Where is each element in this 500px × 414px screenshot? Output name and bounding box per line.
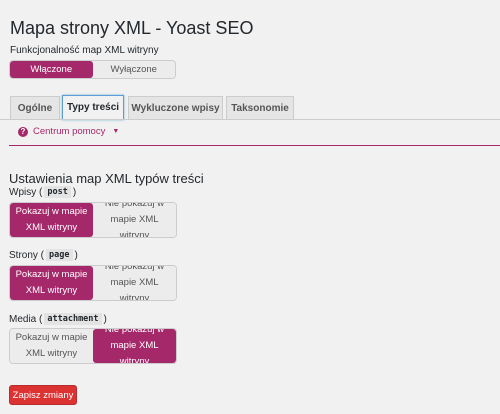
show-in-sitemap-option[interactable]: Pokazuj w mapie XML witryny bbox=[10, 329, 93, 363]
tab-taxonomies[interactable]: Taksonomie bbox=[226, 96, 294, 119]
attachment-visibility-switch: Pokazuj w mapie XML witryny Nie pokazuj … bbox=[9, 328, 177, 364]
show-in-sitemap-option[interactable]: Pokazuj w mapie XML witryny bbox=[10, 266, 93, 300]
hide-from-sitemap-option[interactable]: Nie pokazuj w mapie XML witryny bbox=[93, 203, 176, 237]
tab-excluded-posts[interactable]: Wykluczone wpisy bbox=[128, 96, 223, 119]
tab-content-types[interactable]: Typy treści bbox=[62, 95, 124, 120]
post-type-name: Media bbox=[9, 313, 37, 325]
post-type-label-attachment: Media (attachment) bbox=[9, 313, 107, 325]
sitemap-on-option[interactable]: Włączone bbox=[10, 61, 93, 78]
save-changes-button[interactable]: Zapisz zmiany bbox=[9, 385, 77, 405]
section-title: Ustawienia map XML typów treści bbox=[9, 170, 204, 186]
post-type-slug: post bbox=[44, 186, 71, 198]
post-type-slug: attachment bbox=[44, 313, 102, 325]
post-visibility-switch: Pokazuj w mapie XML witryny Nie pokazuj … bbox=[9, 202, 177, 238]
tabs-divider bbox=[0, 119, 500, 120]
caret-down-icon: ▼ bbox=[112, 128, 120, 135]
hide-from-sitemap-option[interactable]: Nie pokazuj w mapie XML witryny bbox=[93, 329, 176, 363]
post-type-label-page: Strony (page) bbox=[9, 249, 78, 261]
post-type-slug: page bbox=[46, 249, 73, 261]
help-center-toggle[interactable]: ? Centrum pomocy ▼ bbox=[18, 126, 119, 137]
post-type-name: Strony bbox=[9, 249, 38, 261]
show-in-sitemap-option[interactable]: Pokazuj w mapie XML witryny bbox=[10, 203, 93, 237]
question-circle-icon: ? bbox=[18, 126, 28, 137]
sitemap-off-option[interactable]: Wyłączone bbox=[92, 61, 175, 78]
help-divider bbox=[9, 145, 500, 146]
page-visibility-switch: Pokazuj w mapie XML witryny Nie pokazuj … bbox=[9, 265, 177, 301]
help-center-label: Centrum pomocy bbox=[33, 126, 106, 137]
sitemap-feature-label: Funkcjonalność map XML witryny bbox=[10, 45, 159, 56]
tab-general[interactable]: Ogólne bbox=[10, 96, 60, 119]
hide-from-sitemap-option[interactable]: Nie pokazuj w mapie XML witryny bbox=[93, 266, 176, 300]
page-title: Mapa strony XML - Yoast SEO bbox=[10, 18, 254, 39]
post-type-name: Wpisy bbox=[9, 186, 37, 198]
sitemap-feature-switch: Włączone Wyłączone bbox=[9, 60, 176, 79]
post-type-label-post: Wpisy (post) bbox=[9, 186, 77, 198]
